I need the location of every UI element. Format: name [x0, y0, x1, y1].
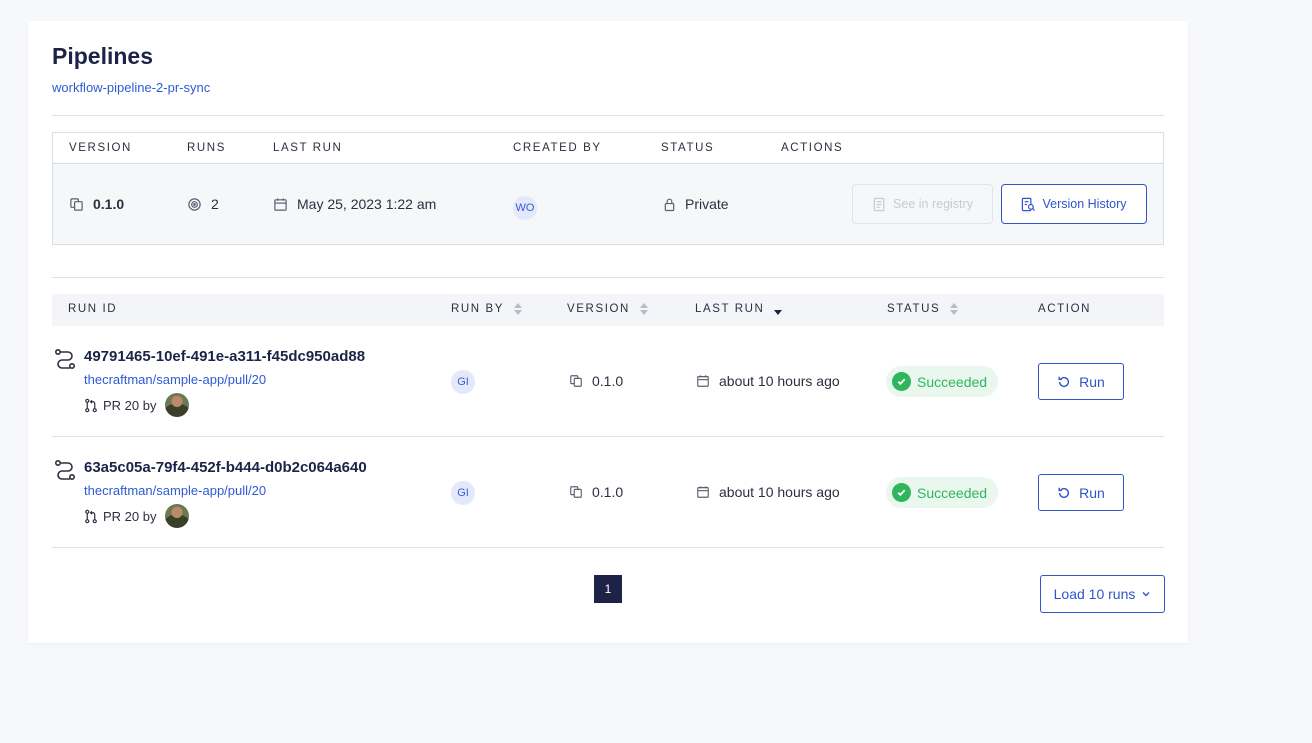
git-pull-request-icon [84, 509, 98, 524]
run-id[interactable]: 49791465-10ef-491e-a311-f45dc950ad88 [84, 348, 365, 365]
pipeline-run-icon [54, 348, 76, 370]
header-run-by[interactable]: RUN BY [451, 303, 523, 315]
run-version-cell: 0.1.0 [569, 484, 623, 500]
table-row: 49791465-10ef-491e-a311-f45dc950ad88 the… [52, 326, 1164, 437]
divider [52, 115, 1164, 116]
run-last-run-cell: about 10 hours ago [696, 484, 840, 500]
status-value: Private [685, 196, 729, 212]
last-run-value: May 25, 2023 1:22 am [297, 196, 437, 212]
pipeline-run-icon [54, 459, 76, 481]
document-search-icon [1021, 197, 1036, 212]
version-table-header: VERSION RUNS LAST RUN CREATED BY STATUS … [53, 133, 1163, 164]
copy-icon [569, 485, 583, 499]
version-row: 0.1.0 2 May 25, 2023 1:22 am WO Private … [53, 164, 1163, 244]
header-run-id: RUN ID [68, 303, 117, 315]
load-more-runs-button[interactable]: Load 10 runs [1040, 575, 1165, 613]
user-avatar [165, 393, 190, 417]
chevron-down-icon [1141, 589, 1151, 599]
header-status-sort[interactable]: STATUS [887, 303, 959, 315]
header-run-id-label: RUN ID [68, 303, 118, 315]
header-version-label: VERSION [567, 303, 630, 315]
pr-label: PR 20 by [103, 397, 157, 413]
lock-icon [663, 197, 676, 212]
version-history-label: Version History [1042, 197, 1127, 211]
sort-icon [514, 303, 523, 315]
pull-request-link[interactable]: thecraftman/sample-app/pull/20 [84, 483, 266, 498]
pr-info: PR 20 by [84, 504, 190, 528]
pull-request-link[interactable]: thecraftman/sample-app/pull/20 [84, 372, 266, 387]
pipeline-name-link[interactable]: workflow-pipeline-2-pr-sync [52, 80, 210, 95]
git-pull-request-icon [84, 398, 98, 413]
rerun-icon [1057, 375, 1071, 389]
see-in-registry-button[interactable]: See in registry [852, 184, 993, 224]
header-status: STATUS [661, 142, 715, 154]
pr-info: PR 20 by [84, 393, 190, 417]
header-version-sort[interactable]: VERSION [567, 303, 648, 315]
runs-icon [187, 197, 202, 212]
run-by-avatar: GI [451, 481, 475, 505]
copy-icon [569, 374, 583, 388]
header-created-by: CREATED BY [513, 142, 602, 154]
see-in-registry-label: See in registry [893, 197, 973, 211]
calendar-icon [273, 197, 288, 212]
calendar-icon [696, 485, 710, 499]
header-actions: ACTIONS [781, 142, 844, 154]
header-last-run: LAST RUN [273, 142, 343, 154]
version-history-button[interactable]: Version History [1001, 184, 1147, 224]
created-by-cell: WO [513, 196, 537, 220]
copy-icon [69, 197, 84, 212]
pagination-page-1[interactable]: 1 [594, 575, 622, 603]
runs-cell: 2 [187, 196, 219, 212]
run-version-value: 0.1.0 [592, 373, 624, 389]
rerun-icon [1057, 486, 1071, 500]
version-summary-table: VERSION RUNS LAST RUN CREATED BY STATUS … [52, 132, 1164, 245]
run-last-run-value: about 10 hours ago [719, 373, 840, 389]
run-button[interactable]: Run [1038, 474, 1124, 511]
registry-icon [872, 197, 887, 212]
calendar-icon [696, 374, 710, 388]
status-label: Succeeded [917, 373, 988, 390]
header-action-label: ACTION [1038, 303, 1092, 315]
header-runs: RUNS [187, 142, 226, 154]
runs-table-header: RUN ID RUN BY VERSION LAST RUN STATUS AC… [52, 294, 1164, 326]
runs-value: 2 [211, 196, 219, 212]
run-last-run-cell: about 10 hours ago [696, 373, 840, 389]
run-last-run-value: about 10 hours ago [719, 484, 840, 500]
load-more-label: Load 10 runs [1053, 586, 1136, 602]
creator-avatar: WO [513, 196, 537, 220]
last-run-cell: May 25, 2023 1:22 am [273, 196, 436, 212]
header-run-by-label: RUN BY [451, 303, 505, 315]
page-title: Pipelines [52, 43, 153, 69]
sort-icon [639, 303, 648, 315]
header-status-label: STATUS [887, 303, 941, 315]
user-avatar [165, 504, 190, 528]
table-row: 63a5c05a-79f4-452f-b444-d0b2c064a640 the… [52, 437, 1164, 548]
header-last-run-sort[interactable]: LAST RUN [695, 303, 783, 315]
status-badge: Succeeded [886, 366, 998, 397]
run-button-label: Run [1079, 484, 1105, 501]
header-last-run-label: LAST RUN [695, 303, 765, 315]
run-by-avatar: GI [451, 370, 475, 394]
sort-icon [950, 303, 959, 315]
divider [52, 277, 1164, 278]
check-circle-icon [892, 372, 911, 391]
run-version-cell: 0.1.0 [569, 373, 623, 389]
run-button-label: Run [1079, 373, 1105, 390]
pipeline-card: Pipelines workflow-pipeline-2-pr-sync VE… [28, 21, 1188, 643]
version-value: 0.1.0 [93, 196, 125, 212]
run-button[interactable]: Run [1038, 363, 1124, 400]
pr-label: PR 20 by [103, 508, 157, 524]
header-version: VERSION [69, 142, 132, 154]
header-action: ACTION [1038, 303, 1091, 315]
status-label: Succeeded [917, 484, 988, 501]
check-circle-icon [892, 483, 911, 502]
run-version-value: 0.1.0 [592, 484, 624, 500]
version-cell: 0.1.0 [69, 196, 124, 212]
sort-desc-icon [774, 303, 783, 315]
status-cell: Private [663, 196, 729, 212]
run-id[interactable]: 63a5c05a-79f4-452f-b444-d0b2c064a640 [84, 459, 367, 476]
status-badge: Succeeded [886, 477, 998, 508]
